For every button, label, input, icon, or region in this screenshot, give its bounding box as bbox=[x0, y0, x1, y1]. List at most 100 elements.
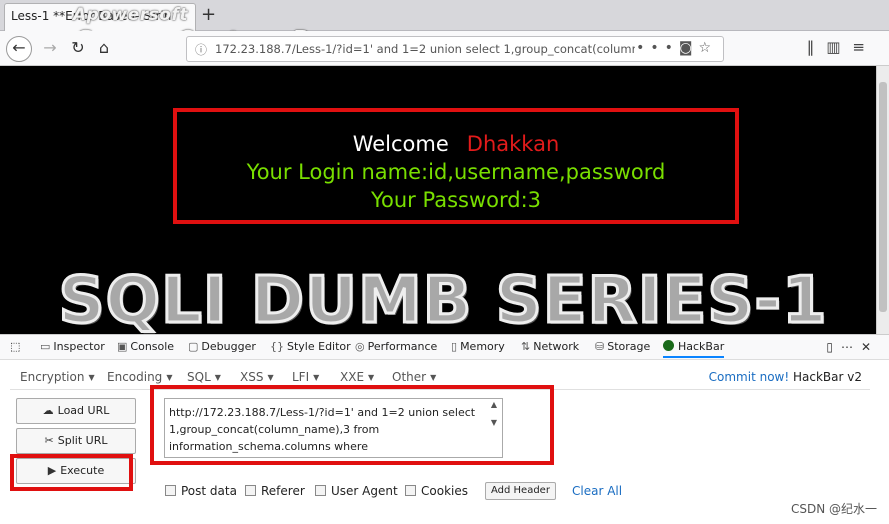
style-editor-icon: {} bbox=[270, 340, 284, 353]
sqli-banner: SQLI DUMB SERIES-1 bbox=[57, 268, 828, 334]
checkbox-icon[interactable] bbox=[405, 485, 416, 496]
menu-xxe-label: XXE bbox=[340, 370, 365, 384]
checkbox-icon[interactable] bbox=[315, 485, 326, 496]
post-data-check[interactable]: Post data bbox=[165, 484, 237, 498]
console-icon: ▣ bbox=[117, 340, 128, 353]
forward-icon[interactable]: → bbox=[38, 37, 62, 61]
network-icon: ⇅ bbox=[521, 340, 531, 353]
tab-memory-label: Memory bbox=[460, 340, 505, 353]
tab-hackbar[interactable]: HackBar bbox=[663, 340, 725, 358]
memory-icon: ▯ bbox=[451, 340, 458, 353]
load-url-button[interactable]: ☁ Load URL bbox=[16, 398, 136, 424]
library-icon[interactable]: ‖ bbox=[807, 38, 827, 56]
chevron-down-icon: ▼ bbox=[166, 373, 173, 382]
bookmark-star-icon[interactable]: ☆ bbox=[698, 40, 717, 56]
referer-label: Referer bbox=[261, 484, 305, 498]
menu-encryption[interactable]: Encryption ▼ bbox=[20, 370, 95, 384]
hackbar-icon bbox=[663, 340, 674, 351]
welcome-highlight: Welcome Dhakkan Your Login name:id,userna… bbox=[173, 108, 739, 224]
commit-text: Commit now! HackBar v2 bbox=[709, 370, 862, 384]
password-line: Your Password:3 bbox=[370, 188, 542, 212]
menu-other[interactable]: Other ▼ bbox=[392, 370, 436, 384]
split-url-label: Split URL bbox=[57, 434, 108, 447]
url-bar[interactable]: ⓘ 172.23.188.7/Less-1/?id=1' and 1=2 uni… bbox=[186, 36, 724, 62]
credit-watermark: CSDN @纪水一 bbox=[790, 502, 877, 516]
nav-bar: ← → ↻ ⌂ ⓘ 172.23.188.7/Less-1/?id=1' and… bbox=[0, 31, 889, 66]
tab-storage-label: Storage bbox=[607, 340, 651, 353]
cloud-download-icon: ☁ bbox=[42, 404, 54, 417]
url-text[interactable]: 172.23.188.7/Less-1/?id=1' and 1=2 union… bbox=[215, 42, 635, 56]
scissors-icon: ✂ bbox=[44, 434, 54, 447]
checkbox-icon[interactable] bbox=[165, 485, 176, 496]
page-actions-icon[interactable]: ••• bbox=[636, 40, 679, 56]
menu-sql[interactable]: SQL ▼ bbox=[187, 370, 221, 384]
page-scrollbar[interactable] bbox=[876, 66, 889, 334]
menu-encoding[interactable]: Encoding ▼ bbox=[107, 370, 172, 384]
devtools-controls: ▯⋯✕ bbox=[826, 340, 879, 354]
tab-console[interactable]: ▣ Console bbox=[117, 340, 174, 353]
cookies-check[interactable]: Cookies bbox=[405, 484, 468, 498]
commit-link[interactable]: Commit now! bbox=[709, 370, 790, 384]
pick-element-icon[interactable]: ⬚ bbox=[10, 340, 20, 353]
tab-performance[interactable]: ◎ Performance bbox=[355, 340, 437, 353]
menu-xxe[interactable]: XXE ▼ bbox=[340, 370, 374, 384]
add-header-button[interactable]: Add Header bbox=[485, 482, 556, 500]
clear-all-link[interactable]: Clear All bbox=[572, 484, 622, 498]
chevron-down-icon: ▼ bbox=[267, 373, 274, 382]
tab-inspector[interactable]: ▭ Inspector bbox=[40, 340, 105, 353]
tab-performance-label: Performance bbox=[367, 340, 438, 353]
menu-icon[interactable]: ≡ bbox=[852, 38, 877, 56]
welcome-line: Welcome Dhakkan bbox=[177, 132, 735, 156]
tab-debugger-label: Debugger bbox=[201, 340, 256, 353]
pocket-icon[interactable]: ◙ bbox=[679, 40, 699, 56]
chevron-down-icon: ▼ bbox=[430, 373, 437, 382]
post-data-label: Post data bbox=[181, 484, 237, 498]
user-agent-check[interactable]: User Agent bbox=[315, 484, 398, 498]
menu-xss[interactable]: XSS ▼ bbox=[240, 370, 274, 384]
new-tab-button[interactable]: + bbox=[201, 5, 216, 25]
menu-lfi[interactable]: LFI ▼ bbox=[292, 370, 319, 384]
execute-highlight bbox=[10, 454, 133, 491]
tab-debugger[interactable]: ▢ Debugger bbox=[188, 340, 256, 353]
hackbar-version: HackBar v2 bbox=[793, 370, 862, 384]
split-url-button[interactable]: ✂ Split URL bbox=[16, 428, 136, 454]
tab-style-editor-label: Style Editor bbox=[287, 340, 351, 353]
cookies-label: Cookies bbox=[421, 484, 468, 498]
chevron-down-icon: ▼ bbox=[214, 373, 221, 382]
tab-console-label: Console bbox=[130, 340, 175, 353]
close-devtools-icon[interactable]: ✕ bbox=[861, 340, 879, 354]
checkbox-icon[interactable] bbox=[245, 485, 256, 496]
user-agent-label: User Agent bbox=[331, 484, 398, 498]
referer-check[interactable]: Referer bbox=[245, 484, 305, 498]
storage-icon: ⛁ bbox=[595, 340, 605, 353]
dock-icon[interactable]: ▯ bbox=[826, 340, 841, 354]
load-url-label: Load URL bbox=[57, 404, 110, 417]
tab-network-label: Network bbox=[533, 340, 580, 353]
tab-storage[interactable]: ⛁ Storage bbox=[595, 340, 650, 353]
debugger-icon: ▢ bbox=[188, 340, 199, 353]
scrollbar-thumb[interactable] bbox=[879, 82, 887, 312]
info-icon[interactable]: ⓘ bbox=[195, 41, 207, 58]
tab-hackbar-label: HackBar bbox=[678, 340, 725, 353]
browser-tab[interactable]: Less-1 **Error Based- Strin bbox=[4, 3, 196, 31]
more-icon[interactable]: ⋯ bbox=[841, 340, 861, 354]
toolbar-right: ‖▥≡ bbox=[807, 38, 877, 56]
performance-icon: ◎ bbox=[355, 340, 365, 353]
chevron-down-icon: ▼ bbox=[313, 373, 320, 382]
tab-style-editor[interactable]: {} Style Editor bbox=[270, 340, 351, 353]
tab-network[interactable]: ⇅ Network bbox=[521, 340, 579, 353]
home-icon[interactable]: ⌂ bbox=[92, 37, 116, 61]
login-name-line: Your Login name:id,username,password bbox=[246, 160, 666, 184]
menu-encoding-label: Encoding bbox=[107, 370, 163, 384]
menu-lfi-label: LFI bbox=[292, 370, 310, 384]
menu-sql-label: SQL bbox=[187, 370, 211, 384]
reload-icon[interactable]: ↻ bbox=[66, 37, 90, 61]
menu-xss-label: XSS bbox=[240, 370, 264, 384]
chevron-down-icon: ▼ bbox=[88, 373, 95, 382]
url-actions: •••◙☆ bbox=[636, 40, 717, 56]
menu-other-label: Other bbox=[392, 370, 427, 384]
menu-encryption-label: Encryption bbox=[20, 370, 85, 384]
sidebar-icon[interactable]: ▥ bbox=[826, 38, 852, 56]
back-icon[interactable]: ← bbox=[6, 36, 32, 62]
tab-memory[interactable]: ▯ Memory bbox=[451, 340, 505, 353]
